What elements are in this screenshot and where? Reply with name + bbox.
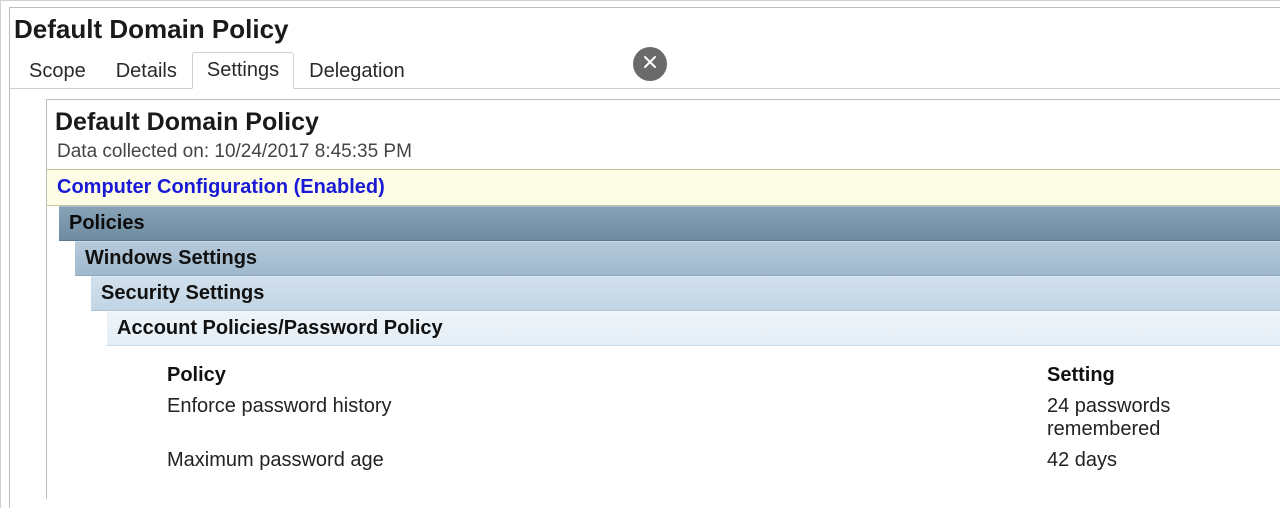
policy-table: Policy Setting Enforce password history … — [167, 360, 1280, 476]
cell-policy: Enforce password history — [167, 395, 1047, 441]
section-account-policies-password-policy[interactable]: Account Policies/Password Policy — [107, 311, 1280, 346]
tab-delegation[interactable]: Delegation — [294, 53, 420, 89]
settings-report-panel: Default Domain Policy Data collected on:… — [46, 99, 1280, 499]
section-policies[interactable]: Policies — [59, 206, 1280, 241]
title-bar: Default Domain Policy — [10, 8, 1280, 47]
section-windows-settings[interactable]: Windows Settings — [75, 241, 1280, 276]
close-button[interactable] — [633, 47, 667, 81]
close-icon — [643, 55, 657, 74]
panel-header: Default Domain Policy Data collected on:… — [47, 100, 1280, 163]
tab-settings[interactable]: Settings — [192, 52, 294, 89]
column-header-setting: Setting — [1047, 364, 1280, 387]
cell-setting: 42 days — [1047, 449, 1280, 472]
data-collected-label: Data collected on: — [57, 141, 214, 162]
cell-policy: Maximum password age — [167, 449, 1047, 472]
window-title: Default Domain Policy — [14, 14, 289, 44]
table-row: Maximum password age 42 days — [167, 445, 1280, 476]
table-header-row: Policy Setting — [167, 360, 1280, 391]
outer-frame: Default Domain Policy Scope Details Sett… — [0, 0, 1280, 508]
section-security-settings[interactable]: Security Settings — [91, 276, 1280, 311]
tab-details[interactable]: Details — [101, 53, 192, 89]
cell-setting: 24 passwords remembered — [1047, 395, 1280, 441]
column-header-policy: Policy — [167, 364, 1047, 387]
section-computer-configuration[interactable]: Computer Configuration (Enabled) — [47, 169, 1280, 206]
tab-scope[interactable]: Scope — [14, 53, 101, 89]
inner-panel: Default Domain Policy Scope Details Sett… — [9, 7, 1280, 508]
table-row: Enforce password history 24 passwords re… — [167, 391, 1280, 445]
report-title: Default Domain Policy — [55, 108, 1276, 137]
data-collected-value: 10/24/2017 8:45:35 PM — [214, 141, 412, 162]
data-collected-line: Data collected on: 10/24/2017 8:45:35 PM — [55, 141, 1276, 163]
